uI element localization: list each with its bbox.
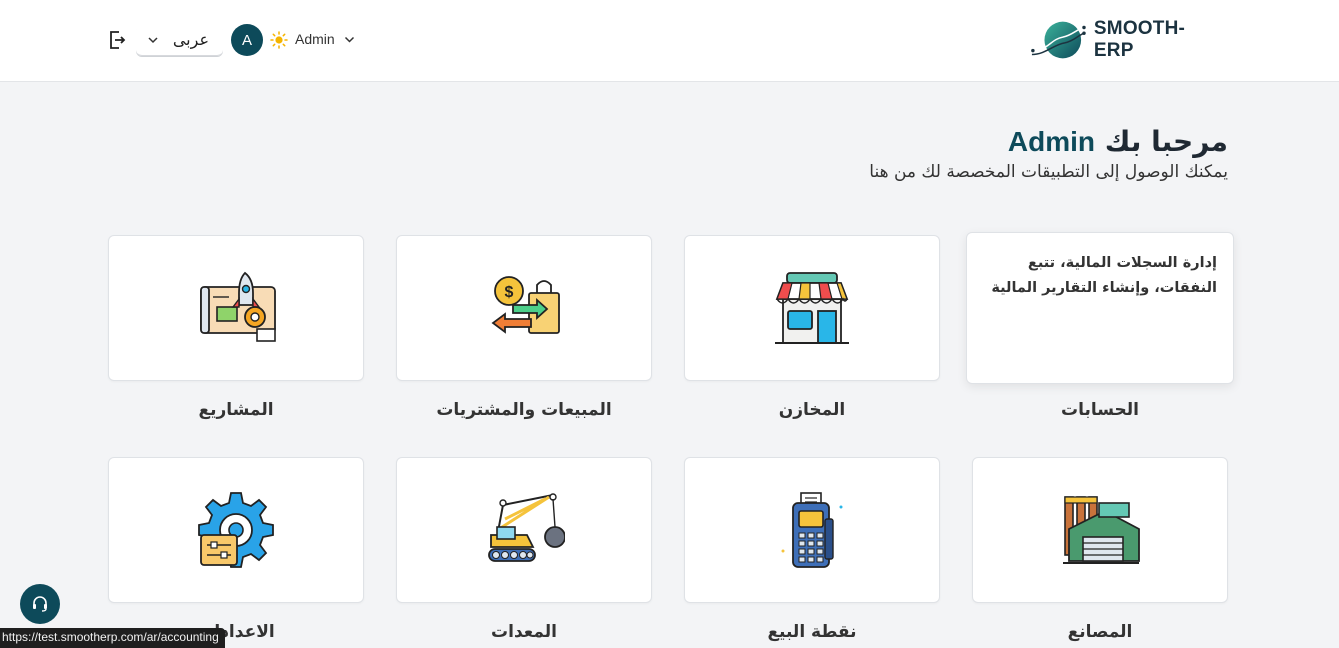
logo-text: SMOOTH-ERP <box>1093 18 1186 61</box>
logo-mark-icon <box>1031 21 1086 59</box>
app-label-accounting[interactable]: الحسابات <box>972 400 1228 420</box>
app-card-description: إدارة السجلات المالية، تتبع النفقات، وإن… <box>991 255 1217 296</box>
logo[interactable]: SMOOTH-ERP <box>1030 18 1220 62</box>
page-subtitle: يمكنك الوصول إلى التطبيقات المخصصة لك من… <box>869 162 1228 182</box>
projects-icon <box>200 271 276 342</box>
app-card-stores[interactable] <box>684 235 940 381</box>
app-label-pos[interactable]: نقطة البيع <box>684 622 940 642</box>
language-label: عربى <box>172 30 209 49</box>
app-card-accounting[interactable]: إدارة السجلات المالية، تتبع النفقات، وإن… <box>966 232 1234 384</box>
support-chat-button[interactable] <box>20 584 60 624</box>
app-label-projects[interactable]: المشاريع <box>108 400 364 420</box>
sun-icon[interactable] <box>270 31 288 49</box>
svg-text:$: $ <box>505 284 514 301</box>
app-label-equipment[interactable]: المعدات <box>396 622 652 642</box>
top-bar: عربى A Admin SMOOTH-ERP <box>0 0 1339 82</box>
browser-status-url: https://test.smootherp.com/ar/accounting <box>0 628 225 648</box>
greeting-text: مرحبا بك <box>1104 125 1228 158</box>
language-select[interactable]: عربى <box>136 24 223 56</box>
app-card-settings[interactable] <box>108 457 364 603</box>
user-menu-name[interactable]: Admin <box>295 31 335 47</box>
factory-icon <box>1063 496 1140 564</box>
app-label-factories[interactable]: المصانع <box>972 622 1228 642</box>
avatar[interactable]: A <box>231 24 263 56</box>
app-card-pos[interactable] <box>684 457 940 603</box>
chevron-down-icon[interactable] <box>343 33 356 46</box>
app-label-sales-purchases[interactable]: المبيعات والمشتريات <box>396 400 652 420</box>
crane-icon <box>488 493 565 562</box>
app-card-factories[interactable] <box>972 457 1228 603</box>
app-card-projects[interactable] <box>108 235 364 381</box>
pos-terminal-icon <box>781 492 843 568</box>
page-title: مرحبا بك Admin <box>869 125 1228 158</box>
store-icon <box>775 272 849 344</box>
app-card-sales-purchases[interactable]: $ <box>396 235 652 381</box>
greeting-user-name: Admin <box>1007 126 1096 157</box>
chevron-down-icon <box>148 36 158 43</box>
welcome-section: مرحبا بك Admin يمكنك الوصول إلى التطبيقا… <box>869 125 1228 182</box>
settings-gear-icon <box>198 492 274 568</box>
sales-purchases-icon: $ <box>491 276 560 334</box>
headset-icon <box>33 596 47 612</box>
app-label-stores[interactable]: المخازن <box>684 400 940 420</box>
app-card-equipment[interactable] <box>396 457 652 603</box>
logout-icon[interactable] <box>107 29 127 51</box>
